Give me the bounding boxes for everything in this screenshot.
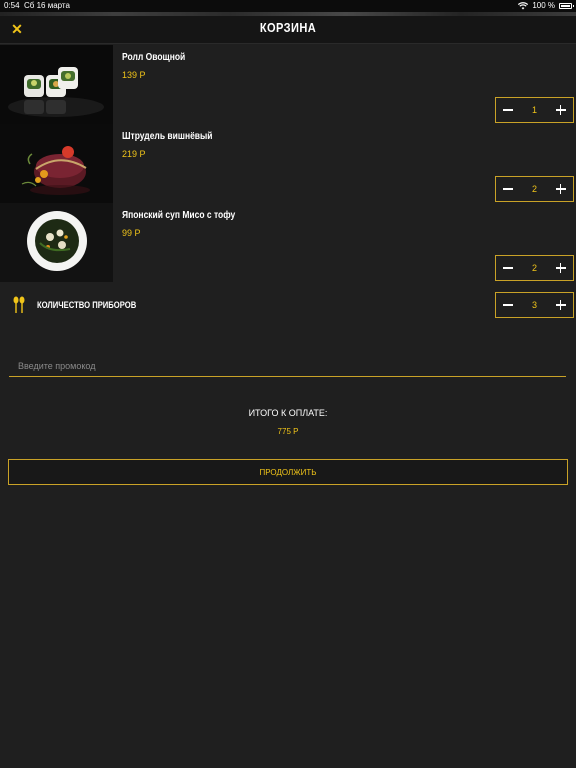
minus-icon[interactable]: [502, 299, 514, 311]
cutlery-quantity: 3: [531, 300, 537, 310]
item-name[interactable]: Японский суп Мисо с тофу: [122, 210, 235, 221]
item-price: 219 Р: [122, 149, 146, 159]
minus-icon[interactable]: [502, 183, 514, 195]
cutlery-stepper: 3: [495, 292, 574, 318]
quantity-value: 2: [531, 263, 537, 273]
quantity-value: 2: [531, 184, 537, 194]
cutlery-label: КОЛИЧЕСТВО ПРИБОРОВ: [37, 300, 137, 310]
plus-icon[interactable]: [555, 299, 567, 311]
plus-icon[interactable]: [555, 262, 567, 274]
wifi-icon: [518, 2, 529, 10]
status-date: Сб 16 марта: [24, 1, 70, 10]
minus-icon[interactable]: [502, 262, 514, 274]
status-bar: 0:54 Сб 16 марта 100 %: [0, 0, 576, 12]
cart-item: Ролл Овощной 139 Р 1: [0, 45, 576, 124]
cart-item: Штрудель вишнёвый 219 Р 2: [0, 124, 576, 203]
header-image-strip: [0, 12, 576, 16]
plus-icon[interactable]: [555, 104, 567, 116]
status-time: 0:54: [4, 1, 20, 10]
header: ✕ КОРЗИНА: [0, 12, 576, 44]
promo-code-input[interactable]: [9, 356, 566, 377]
plus-icon[interactable]: [555, 183, 567, 195]
item-name[interactable]: Ролл Овощной: [122, 52, 185, 63]
status-right: 100 %: [518, 0, 574, 12]
sushi-roll-image: [0, 45, 113, 124]
total-label: ИТОГО К ОПЛАТЕ:: [248, 408, 328, 418]
minus-icon[interactable]: [502, 104, 514, 116]
cutlery-icon: [13, 296, 25, 313]
battery-icon: [559, 3, 574, 9]
quantity-stepper: 1: [495, 97, 574, 123]
item-price: 99 Р: [122, 228, 141, 238]
quantity-stepper: 2: [495, 176, 574, 202]
miso-soup-image: [0, 203, 113, 282]
total-value: 775 Р: [277, 427, 299, 436]
item-name[interactable]: Штрудель вишнёвый: [122, 131, 213, 142]
quantity-value: 1: [531, 105, 537, 115]
continue-button[interactable]: ПРОДОЛЖИТЬ: [8, 459, 568, 485]
page-title: КОРЗИНА: [259, 20, 317, 35]
item-price: 139 Р: [122, 70, 146, 80]
close-icon[interactable]: ✕: [10, 22, 24, 36]
strudel-image: [0, 124, 113, 203]
quantity-stepper: 2: [495, 255, 574, 281]
battery-percent: 100 %: [532, 1, 555, 10]
cart-item: Японский суп Мисо с тофу 99 Р 2: [0, 203, 576, 282]
